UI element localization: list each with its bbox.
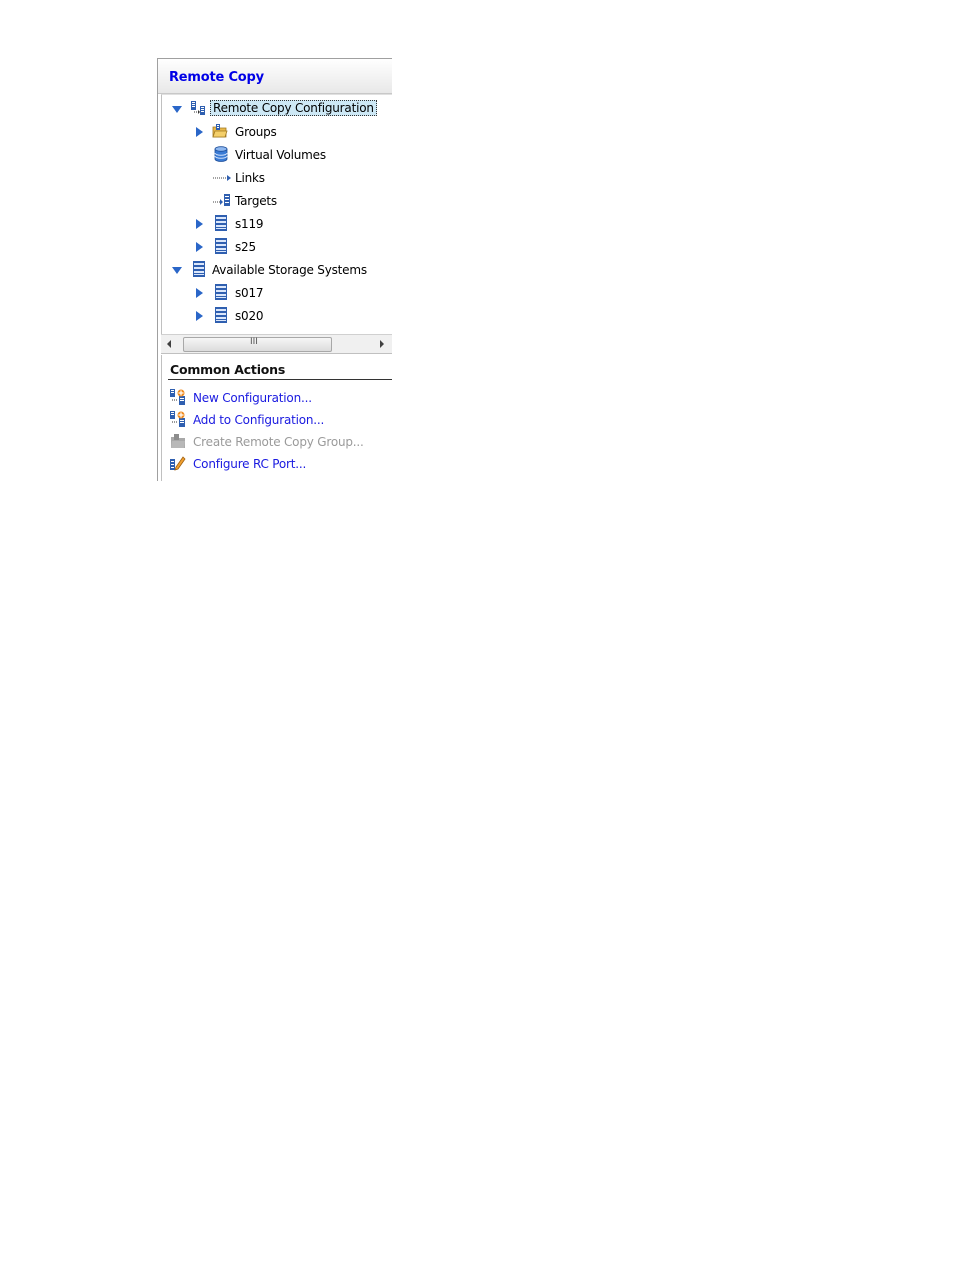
remote-copy-panel: Remote Copy Remote Copy Configuration Gr… (157, 58, 392, 481)
storage-system-icon (215, 307, 227, 323)
tree-item-label: Remote Copy Configuration (210, 100, 377, 116)
common-actions-title: Common Actions (170, 362, 286, 377)
add-to-configuration-link[interactable]: Add to Configuration... (170, 410, 370, 430)
tree-item-s020[interactable]: s020 (162, 306, 392, 326)
tree-item-label: s020 (235, 309, 264, 323)
tree-item-remote-copy-configuration[interactable]: Remote Copy Configuration (162, 99, 392, 119)
tree-item-label: s119 (235, 217, 264, 231)
new-configuration-link[interactable]: New Configuration... (170, 388, 370, 408)
expand-arrow-icon[interactable] (196, 127, 203, 137)
navigation-tree: Remote Copy Configuration Groups Virtual… (161, 94, 392, 353)
scrollbar-grip: III (250, 337, 258, 347)
tree-item-targets[interactable]: Targets (162, 191, 392, 211)
tree-item-label: Virtual Volumes (235, 148, 326, 162)
panel-title: Remote Copy (169, 70, 264, 85)
expand-arrow-icon[interactable] (196, 311, 203, 321)
tree-item-groups[interactable]: Groups (162, 122, 392, 142)
tree-item-available-storage-systems[interactable]: Available Storage Systems (162, 260, 392, 280)
storage-system-icon (215, 238, 227, 254)
action-label: Configure RC Port... (193, 457, 307, 471)
scrollbar-thumb[interactable]: III (183, 337, 332, 352)
storage-system-icon (215, 284, 227, 300)
target-icon (213, 194, 230, 206)
common-actions-section: Common Actions New Configuration... Add … (161, 355, 392, 481)
configure-rc-port-link[interactable]: Configure RC Port... (170, 454, 370, 474)
tree-item-label: Available Storage Systems (212, 263, 367, 277)
scroll-right-icon[interactable] (380, 340, 384, 348)
add-config-icon (170, 411, 185, 427)
database-icon (214, 146, 228, 162)
new-config-icon (170, 389, 185, 405)
action-label: Create Remote Copy Group... (193, 435, 364, 449)
tree-item-s119[interactable]: s119 (162, 214, 392, 234)
rc-config-icon (191, 101, 205, 115)
tree-item-s25[interactable]: s25 (162, 237, 392, 257)
section-divider (168, 379, 392, 380)
tree-item-virtual-volumes[interactable]: Virtual Volumes (162, 145, 392, 165)
expand-arrow-icon[interactable] (196, 288, 203, 298)
expand-arrow-icon[interactable] (172, 106, 182, 113)
expand-arrow-icon[interactable] (172, 267, 182, 274)
create-remote-copy-group-link[interactable]: Create Remote Copy Group... (170, 432, 380, 452)
folder-icon (212, 124, 228, 138)
tree-item-s017[interactable]: s017 (162, 283, 392, 303)
create-group-icon (171, 434, 185, 448)
link-arrow-icon (213, 175, 231, 181)
tree-item-label: s25 (235, 240, 256, 254)
scroll-left-icon[interactable] (167, 340, 171, 348)
expand-arrow-icon[interactable] (196, 219, 203, 229)
tree-item-label: Groups (235, 125, 277, 139)
tree-item-label: Links (235, 171, 265, 185)
horizontal-scrollbar[interactable]: III (161, 334, 392, 354)
tree-item-links[interactable]: Links (162, 168, 392, 188)
action-label: New Configuration... (193, 391, 312, 405)
panel-header: Remote Copy (158, 59, 392, 94)
tree-item-label: Targets (235, 194, 277, 208)
storage-system-icon (193, 261, 205, 277)
expand-arrow-icon[interactable] (196, 242, 203, 252)
storage-system-icon (215, 215, 227, 231)
configure-port-icon (170, 456, 186, 471)
action-label: Add to Configuration... (193, 413, 325, 427)
tree-item-label: s017 (235, 286, 264, 300)
